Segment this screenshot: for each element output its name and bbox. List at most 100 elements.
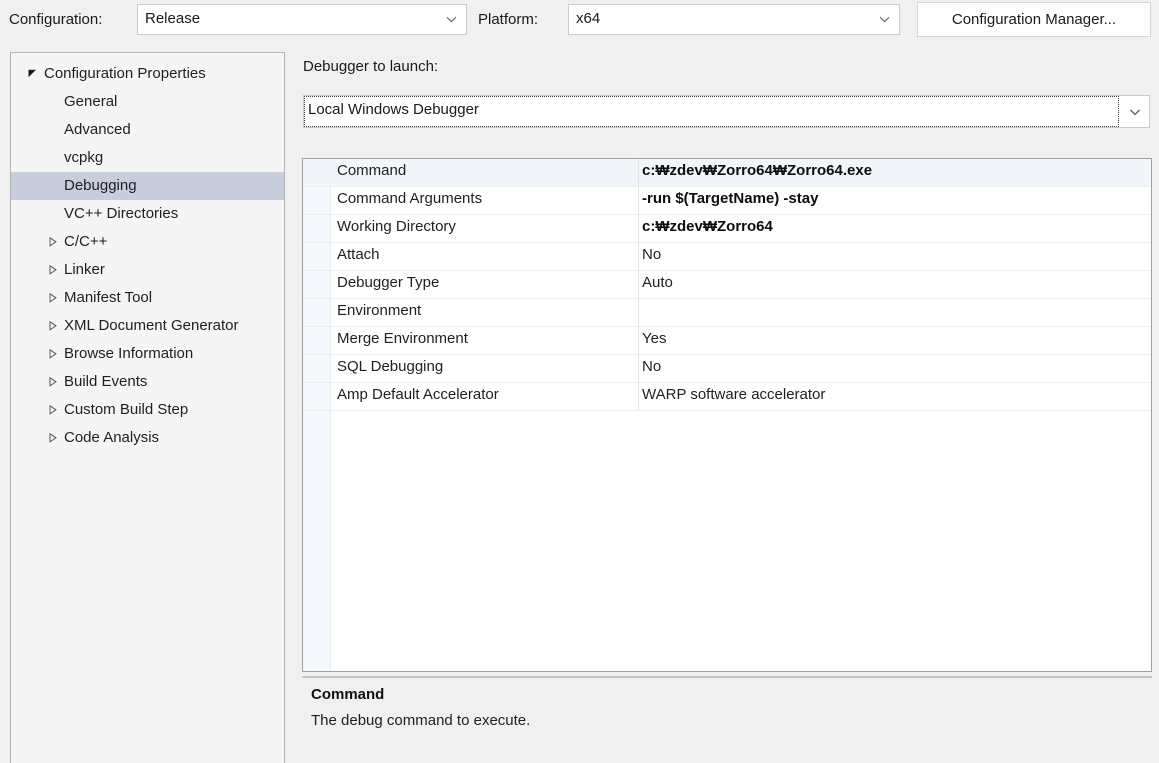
expander-collapsed-icon[interactable]	[45, 424, 61, 452]
property-name: Command Arguments	[337, 190, 483, 207]
sidebar-item-code-analysis[interactable]: Code Analysis	[11, 424, 284, 452]
expander-collapsed-icon[interactable]	[45, 228, 61, 256]
sidebar-item-c-c[interactable]: C/C++	[11, 228, 284, 256]
configuration-manager-button[interactable]: Configuration Manager...	[917, 2, 1151, 37]
sidebar-item-browse-information[interactable]: Browse Information	[11, 340, 284, 368]
sidebar-item-label: C/C++	[64, 233, 108, 250]
sidebar-item-label: Browse Information	[64, 345, 194, 362]
sidebar-item-build-events[interactable]: Build Events	[11, 368, 284, 396]
description-text: The debug command to execute.	[311, 712, 531, 729]
platform-select-value: x64	[576, 10, 601, 27]
property-name: Debugger Type	[337, 274, 440, 291]
property-row[interactable]: Amp Default Accelerator WARP software acc…	[303, 383, 1151, 411]
platform-label: Platform:	[478, 11, 539, 28]
property-name: Working Directory	[337, 218, 456, 235]
debugger-to-launch-label: Debugger to launch:	[303, 58, 439, 75]
property-column-divider[interactable]	[638, 243, 639, 270]
property-value[interactable]: No	[642, 246, 661, 263]
platform-select[interactable]: x64	[568, 4, 900, 35]
property-column-divider[interactable]	[638, 159, 639, 186]
property-column-divider[interactable]	[638, 299, 639, 326]
chevron-down-icon	[879, 14, 890, 25]
properties-tree-panel: Configuration Properties General Advanced v…	[10, 52, 285, 763]
property-name: Amp Default Accelerator	[337, 386, 499, 403]
property-name: Command	[337, 162, 407, 179]
property-row[interactable]: Command c:₩zdev₩Zorro64₩Zorro64.exe	[303, 159, 1151, 187]
property-value[interactable]: c:₩zdev₩Zorro64	[642, 218, 773, 235]
property-name: Merge Environment	[337, 330, 468, 347]
expander-collapsed-icon[interactable]	[45, 312, 61, 340]
property-name: Environment	[337, 302, 422, 319]
sidebar-item-label: Custom Build Step	[64, 401, 189, 418]
debugger-to-launch-value: Local Windows Debugger	[308, 101, 479, 118]
sidebar-item-label: Code Analysis	[64, 429, 160, 446]
description-title: Command	[311, 686, 385, 703]
sidebar-item-label: vcpkg	[64, 149, 104, 166]
property-name: Attach	[337, 246, 380, 263]
property-value[interactable]: No	[642, 358, 661, 375]
property-row[interactable]: Environment	[303, 299, 1151, 327]
sidebar-item-label: Configuration Properties	[44, 65, 206, 82]
expander-collapsed-icon[interactable]	[45, 368, 61, 396]
sidebar-item-advanced[interactable]: Advanced	[11, 116, 284, 144]
property-row[interactable]: SQL Debugging No	[303, 355, 1151, 383]
properties-tree: Configuration Properties General Advanced v…	[11, 60, 284, 452]
sidebar-item-debugging[interactable]: Debugging	[11, 172, 284, 200]
sidebar-item-label: Debugging	[64, 177, 137, 194]
property-row[interactable]: Command Arguments -run $(TargetName) -sta…	[303, 187, 1151, 215]
property-row[interactable]: Working Directory c:₩zdev₩Zorro64	[303, 215, 1151, 243]
expander-expanded-icon[interactable]	[25, 60, 41, 88]
property-grid[interactable]: Command c:₩zdev₩Zorro64₩Zorro64.exe Comman…	[302, 158, 1152, 672]
expander-collapsed-icon[interactable]	[45, 340, 61, 368]
property-column-divider[interactable]	[638, 355, 639, 382]
property-column-divider[interactable]	[638, 327, 639, 354]
sidebar-item-custom-build-step[interactable]: Custom Build Step	[11, 396, 284, 424]
property-row[interactable]: Debugger Type Auto	[303, 271, 1151, 299]
sidebar-item-manifest-tool[interactable]: Manifest Tool	[11, 284, 284, 312]
sidebar-item-label: Linker	[64, 261, 105, 278]
sidebar-item-label: Manifest Tool	[64, 289, 153, 306]
configuration-select-value: Release	[145, 10, 201, 27]
property-row[interactable]: Merge Environment Yes	[303, 327, 1151, 355]
sidebar-item-label: General	[64, 93, 118, 110]
chevron-down-icon	[446, 14, 457, 25]
property-value[interactable]: Auto	[642, 274, 673, 291]
description-panel: Command The debug command to execute.	[302, 682, 1152, 752]
sidebar-item-label: VC++ Directories	[64, 205, 179, 222]
property-value[interactable]: -run $(TargetName) -stay	[642, 190, 818, 207]
property-column-divider[interactable]	[638, 383, 639, 410]
expander-collapsed-icon[interactable]	[45, 396, 61, 424]
debugger-select-dropdown-button[interactable]	[1119, 96, 1149, 127]
configuration-toolbar: Configuration: Release Platform: x64 Con…	[0, 0, 1159, 40]
configuration-label: Configuration:	[9, 11, 103, 28]
property-value[interactable]: c:₩zdev₩Zorro64₩Zorro64.exe	[642, 162, 872, 179]
property-row[interactable]: Attach No	[303, 243, 1151, 271]
chevron-down-icon	[1129, 106, 1140, 117]
sidebar-item-configuration-properties[interactable]: Configuration Properties	[11, 60, 284, 88]
property-name: SQL Debugging	[337, 358, 444, 375]
sidebar-item-label: XML Document Generator	[64, 317, 239, 334]
property-column-divider[interactable]	[638, 187, 639, 214]
expander-collapsed-icon[interactable]	[45, 256, 61, 284]
sidebar-item-linker[interactable]: Linker	[11, 256, 284, 284]
sidebar-item-label: Advanced	[64, 121, 131, 138]
sidebar-item-vcpkg[interactable]: vcpkg	[11, 144, 284, 172]
configuration-select[interactable]: Release	[137, 4, 467, 35]
sidebar-item-vc-directories[interactable]: VC++ Directories	[11, 200, 284, 228]
debugger-to-launch-select[interactable]: Local Windows Debugger	[303, 95, 1150, 128]
property-grid-rows: Command c:₩zdev₩Zorro64₩Zorro64.exe Comman…	[303, 159, 1151, 411]
property-column-divider[interactable]	[638, 215, 639, 242]
expander-collapsed-icon[interactable]	[45, 284, 61, 312]
description-splitter[interactable]	[302, 676, 1152, 678]
sidebar-item-xml-document-generator[interactable]: XML Document Generator	[11, 312, 284, 340]
sidebar-item-general[interactable]: General	[11, 88, 284, 116]
property-value[interactable]: Yes	[642, 330, 666, 347]
property-column-divider[interactable]	[638, 271, 639, 298]
property-value[interactable]: WARP software accelerator	[642, 386, 825, 403]
sidebar-item-label: Build Events	[64, 373, 148, 390]
